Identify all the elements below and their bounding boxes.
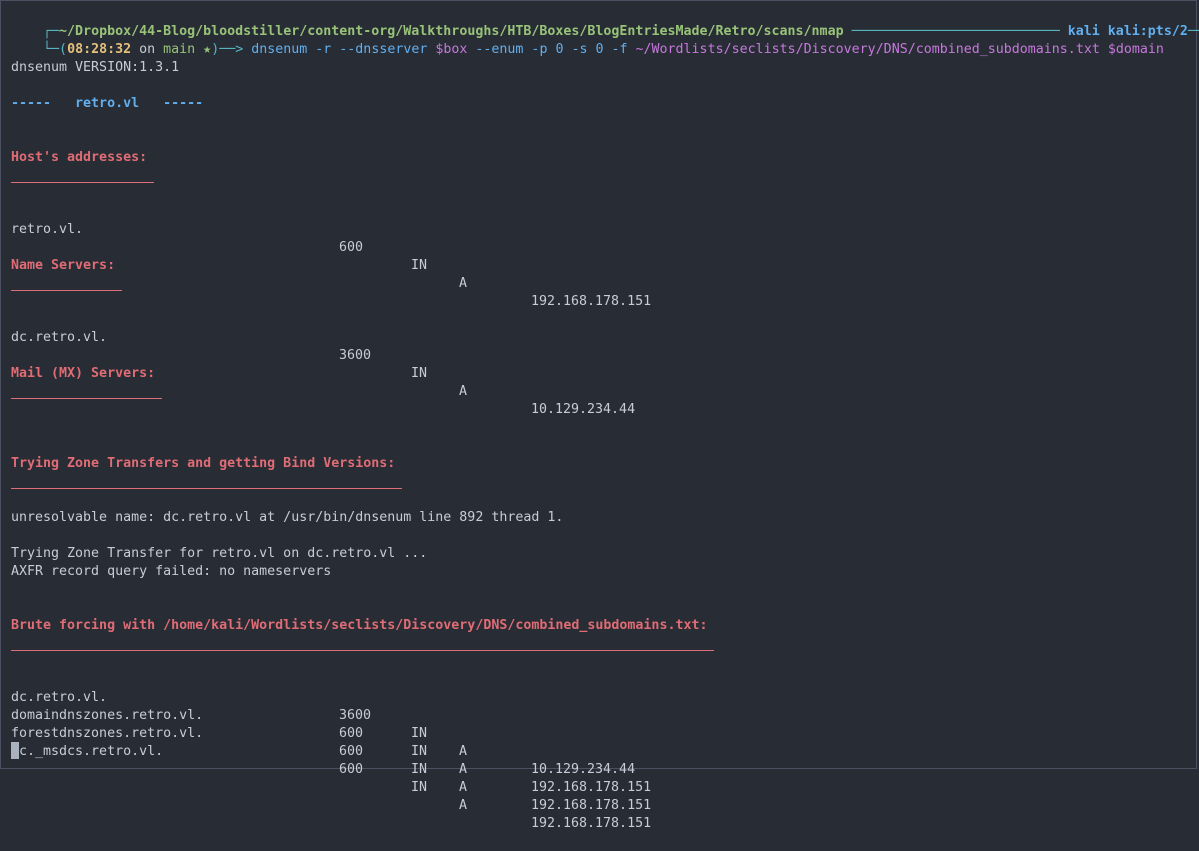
section-underline (11, 290, 122, 291)
prompt-corner-end: ─┐ (1187, 24, 1199, 39)
record-address: 192.168.178.151 (531, 798, 652, 813)
record-address: 192.168.178.151 (531, 780, 652, 795)
domain-header: ----- retro.vl ----- (11, 96, 204, 111)
record-type: A (459, 384, 468, 399)
section-underline (11, 182, 154, 183)
terminal-cursor (11, 742, 19, 759)
record-class: IN (411, 366, 428, 381)
record-type: A (459, 780, 468, 795)
command-text-2: --enum -p 0 -s 0 -f (467, 42, 636, 57)
section-name-servers: Name Servers: (11, 258, 116, 273)
section-zone-transfers: Trying Zone Transfers and getting Bind V… (11, 456, 396, 471)
git-branch: main ★ (163, 42, 212, 57)
section-host-addresses: Host's addresses: (11, 150, 148, 165)
command-wordlist: ~/Wordlists/seclists/Discovery/DNS/combi… (635, 42, 1100, 57)
record-ttl: 600 (339, 240, 364, 255)
section-underline (11, 488, 402, 489)
record-class: IN (411, 258, 428, 273)
section-mail-servers: Mail (MX) Servers: (11, 366, 156, 381)
dns-record-row: dc.retro.vl. 3600 IN A 10.129.234.44 (11, 311, 711, 417)
prompt-time: 08:28:32 (67, 42, 132, 57)
record-name: retro.vl. (11, 222, 84, 237)
section-underline (11, 398, 162, 399)
terminal-window[interactable]: ┌─~/Dropbox/44-Blog/bloodstiller/content… (0, 0, 1199, 831)
dns-record-row: gc._msdcs.retro.vl. 600 IN A 192.168.178… (11, 725, 711, 831)
record-address: 192.168.178.151 (531, 294, 652, 309)
record-class: IN (411, 744, 428, 759)
dns-record-row: forestdnszones.retro.vl. 600 IN A 192.16… (11, 707, 711, 813)
prompt-on-text: on (139, 42, 156, 57)
dns-record-row: domaindnszones.retro.vl. 600 IN A 192.16… (11, 689, 711, 795)
zone-output-line: Trying Zone Transfer for retro.vl on dc.… (11, 546, 428, 561)
record-address: 192.168.178.151 (531, 816, 652, 831)
record-class: IN (411, 762, 428, 777)
prompt-corner-bottom: └─( (43, 42, 68, 57)
command-text: dnsenum -r --dnsserver (251, 42, 436, 57)
zone-output-line: AXFR record query failed: no nameservers (11, 564, 332, 579)
command-var-box: $box (435, 42, 468, 57)
record-type: A (459, 744, 468, 759)
dnsenum-version: dnsenum VERSION:1.3.1 (11, 60, 180, 75)
dns-record-row: dc.retro.vl. 3600 IN A 10.129.234.44 (11, 671, 711, 777)
record-ttl: 600 (339, 744, 364, 759)
prompt-line-1: ┌─~/Dropbox/44-Blog/bloodstiller/content… (11, 5, 1199, 39)
section-brute-force: Brute forcing with /home/kali/Wordlists/… (11, 618, 708, 633)
zone-output-line: unresolvable name: dc.retro.vl at /usr/b… (11, 510, 564, 525)
record-type: A (459, 762, 468, 777)
section-underline (11, 650, 714, 651)
record-ttl: 600 (339, 762, 364, 777)
prompt-arrow: )──> (211, 42, 252, 57)
record-address: 10.129.234.44 (531, 762, 636, 777)
record-address: 10.129.234.44 (531, 402, 636, 417)
record-type: A (459, 276, 468, 291)
record-class: IN (411, 780, 428, 795)
record-name: dc.retro.vl. (11, 330, 108, 345)
record-type: A (459, 798, 468, 813)
prompt-line-2: └─(08:28:32 on main ★)──> dnsenum -r --d… (11, 23, 1164, 57)
record-ttl: 3600 (339, 348, 372, 363)
record-name: gc._msdcs.retro.vl. (11, 744, 164, 759)
dns-record-row: retro.vl. 600 IN A 192.168.178.151 (11, 203, 711, 309)
command-var-domain: $domain (1099, 42, 1164, 57)
